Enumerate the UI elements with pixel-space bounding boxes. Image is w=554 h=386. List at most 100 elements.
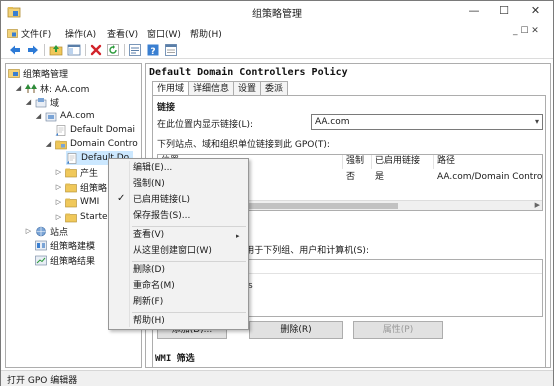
expand-icon[interactable]: ▷ bbox=[24, 227, 33, 236]
ctx-new-window[interactable]: 从这里创建窗口(W) bbox=[133, 244, 212, 259]
folder-icon bbox=[65, 213, 77, 222]
ctx-refresh[interactable]: 刷新(F) bbox=[133, 295, 163, 310]
cell-enforced[interactable]: 否 bbox=[343, 170, 372, 184]
menu-separator bbox=[132, 261, 246, 262]
tree-item-domain[interactable]: ◢ AA.com bbox=[34, 109, 95, 123]
tree-item-domain-controllers[interactable]: ◢ Domain Contro bbox=[44, 137, 138, 151]
links-heading: 链接 bbox=[157, 103, 176, 113]
tab-details[interactable]: 详细信息 bbox=[188, 81, 235, 96]
tree-item-forest[interactable]: ◢ 林: AA.com bbox=[14, 81, 89, 95]
tree-item-sites[interactable]: ▷ 站点 bbox=[24, 224, 68, 238]
tree-label: AA.com bbox=[60, 111, 95, 121]
wmi-heading: WMI 筛选 bbox=[155, 354, 195, 364]
expand-icon[interactable]: ▷ bbox=[54, 168, 63, 177]
toolbar-separator bbox=[85, 44, 86, 56]
tree-item-starter[interactable]: ▷ Starter bbox=[54, 210, 111, 224]
menu-separator bbox=[132, 226, 246, 227]
up-folder-icon[interactable] bbox=[49, 43, 63, 57]
tree-item-wmi[interactable]: ▷ WMI bbox=[54, 195, 100, 209]
menu-file[interactable]: 文件(F) bbox=[7, 26, 51, 40]
ctx-view[interactable]: 查看(V) bbox=[133, 228, 164, 243]
gpmc-root-icon bbox=[8, 68, 20, 78]
svg-text:?: ? bbox=[150, 47, 155, 57]
menu-action[interactable]: 操作(A) bbox=[65, 26, 96, 40]
menu-gutter bbox=[129, 161, 130, 327]
tab-settings[interactable]: 设置 bbox=[233, 81, 262, 96]
tree-label: 组策略管理 bbox=[23, 69, 69, 80]
tree-label: Starter bbox=[80, 212, 112, 222]
title-bar: 组策略管理 — ☐ ✕ bbox=[1, 1, 553, 23]
status-text: 打开 GPO 编辑器 bbox=[7, 376, 78, 386]
gpo-link-icon bbox=[55, 124, 66, 136]
expand-icon[interactable]: ▷ bbox=[54, 198, 63, 207]
scroll-right-icon[interactable]: ▶ bbox=[535, 201, 540, 209]
back-icon[interactable] bbox=[8, 43, 22, 57]
collapse-icon[interactable]: ◢ bbox=[44, 140, 53, 149]
column-header-enforced[interactable]: 强制 bbox=[343, 155, 372, 169]
tree-label: 产生 bbox=[80, 168, 99, 179]
location-combo[interactable]: AA.com ▾ bbox=[311, 114, 543, 130]
status-bar: 打开 GPO 编辑器 bbox=[1, 370, 553, 386]
delete-icon[interactable] bbox=[89, 43, 103, 57]
tab-delegation[interactable]: 委派 bbox=[260, 81, 289, 96]
gpmc-window: 组策略管理 — ☐ ✕ 文件(F) 操作(A) 查看(V) 窗口(W) 帮助(H… bbox=[0, 0, 554, 386]
tree-item-results[interactable]: 组策略结果 bbox=[35, 253, 95, 267]
cell-path[interactable]: AA.com/Domain Controll bbox=[434, 170, 542, 184]
tree-label: 站点 bbox=[50, 227, 69, 238]
ctx-save-report[interactable]: 保存报告(S)... bbox=[133, 209, 190, 224]
ctx-rename[interactable]: 重命名(M) bbox=[133, 279, 175, 294]
expand-icon[interactable]: ▷ bbox=[54, 213, 63, 222]
tree-item-root[interactable]: 组策略管理 bbox=[8, 66, 68, 80]
tree-item-production[interactable]: ▷ 产生 bbox=[54, 165, 98, 179]
collapse-icon[interactable]: ◢ bbox=[34, 112, 43, 121]
tree-label: 组策略结果 bbox=[50, 256, 96, 267]
expand-icon[interactable]: ▷ bbox=[54, 183, 63, 192]
column-header-link-enabled[interactable]: 已启用链接 bbox=[372, 155, 434, 169]
minimize-button[interactable]: — bbox=[459, 1, 489, 21]
domains-icon bbox=[35, 97, 47, 107]
menu-file-label: 文件(F) bbox=[21, 29, 52, 40]
tree-label: 域 bbox=[50, 98, 60, 109]
toolbar-separator bbox=[124, 44, 125, 56]
scroll-thumb[interactable] bbox=[248, 203, 398, 209]
ou-folder-icon bbox=[55, 140, 67, 149]
ctx-link-enabled[interactable]: 已启用链接(L) bbox=[133, 193, 190, 208]
sites-icon bbox=[36, 226, 46, 236]
remove-button[interactable]: 删除(R) bbox=[249, 321, 343, 339]
gpo-tabs: 作用域 详细信息 设置 委派 bbox=[152, 81, 289, 97]
tree-label: 林: AA.com bbox=[40, 84, 90, 95]
ctx-help[interactable]: 帮助(H) bbox=[133, 314, 165, 329]
child-window-controls[interactable]: _ ☐ ✕ bbox=[513, 26, 539, 36]
folder-icon bbox=[65, 198, 77, 207]
cell-link-enabled[interactable]: 是 bbox=[372, 170, 434, 184]
tree-item-default-domain-policy[interactable]: Default Domai bbox=[55, 123, 135, 137]
chevron-down-icon: ▾ bbox=[534, 117, 539, 126]
tree-label: Domain Contro bbox=[70, 139, 138, 149]
forward-icon[interactable] bbox=[26, 43, 40, 57]
collapse-icon[interactable]: ◢ bbox=[14, 84, 23, 93]
collapse-icon[interactable]: ◢ bbox=[24, 98, 33, 107]
column-header-path[interactable]: 路径 bbox=[434, 155, 542, 169]
help-icon[interactable]: ? bbox=[146, 43, 160, 57]
tree-item-domains[interactable]: ◢ 域 bbox=[24, 95, 59, 109]
ou-folder-icon bbox=[65, 168, 77, 177]
submenu-arrow-icon: ▸ bbox=[236, 232, 240, 240]
tree-item-gpo-objects[interactable]: ▷ 组策略 bbox=[54, 180, 107, 194]
properties-button[interactable]: 属性(P) bbox=[353, 321, 443, 339]
refresh-icon[interactable] bbox=[106, 43, 120, 57]
tree-item-modeling[interactable]: 组策略建模 bbox=[35, 238, 95, 252]
menu-help[interactable]: 帮助(H) bbox=[190, 26, 222, 40]
linked-label: 下列站点、域和组织单位链接到此 GPO(T): bbox=[157, 140, 330, 150]
show-hide-tree-icon[interactable] bbox=[67, 43, 81, 57]
ctx-enforced[interactable]: 强制(N) bbox=[133, 177, 165, 192]
ctx-delete[interactable]: 删除(D) bbox=[133, 263, 165, 278]
ctx-edit[interactable]: 编辑(E)... bbox=[133, 161, 172, 176]
export-list-icon[interactable] bbox=[128, 43, 142, 57]
toolbar-separator bbox=[44, 44, 45, 56]
menu-window[interactable]: 窗口(W) bbox=[147, 26, 181, 40]
maximize-button[interactable]: ☐ bbox=[489, 1, 519, 21]
forest-icon bbox=[25, 83, 37, 93]
menu-view[interactable]: 查看(V) bbox=[107, 26, 138, 40]
properties-icon[interactable] bbox=[164, 43, 178, 57]
close-button[interactable]: ✕ bbox=[519, 1, 552, 21]
